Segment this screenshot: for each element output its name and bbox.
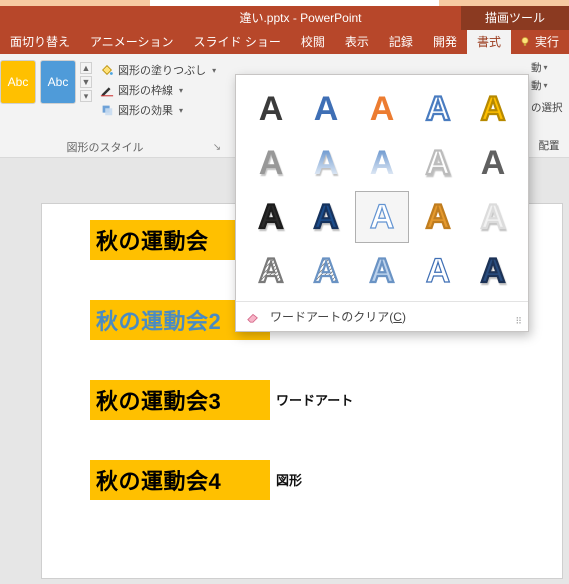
slide-label-4: 図形	[276, 470, 302, 489]
wordart-style-8[interactable]: A	[355, 137, 409, 189]
wordart-style-1[interactable]: A	[244, 83, 298, 135]
effects-icon	[100, 103, 114, 117]
eraser-icon	[246, 311, 260, 323]
slide-shape-4[interactable]: 秋の運動会4	[90, 460, 270, 500]
wordart-style-10[interactable]: A	[466, 137, 520, 189]
group-label-row: 図形のスタイル ↘	[0, 139, 224, 155]
wordart-style-2[interactable]: A	[300, 83, 354, 135]
ribbon-right-strip: 動▾ 動▾ の選択 配置	[529, 54, 569, 157]
wordart-style-15[interactable]: A	[466, 191, 520, 243]
slide-label-3: ワードアート	[276, 390, 353, 409]
resize-grip-icon: ⠿	[515, 316, 522, 327]
svg-text:A: A	[425, 252, 450, 290]
svg-text:A: A	[481, 198, 506, 236]
tab-書式[interactable]: 書式	[467, 30, 511, 54]
tab-校閲[interactable]: 校閲	[291, 30, 335, 54]
wordart-style-14[interactable]: A	[411, 191, 465, 243]
shape-effects-label: 図形の効果	[118, 102, 173, 118]
svg-text:A: A	[259, 144, 284, 182]
svg-text:A: A	[370, 198, 395, 236]
svg-text:A: A	[259, 198, 284, 236]
bucket-icon	[100, 63, 114, 77]
clear-wordart-label: ワードアートのクリア(C)	[270, 308, 406, 325]
tab-記録[interactable]: 記録	[379, 30, 423, 54]
right-selection-label: の選択	[531, 100, 567, 115]
svg-text:A: A	[314, 252, 339, 290]
wordart-styles-dropdown: A A A A A A A A A A A A A A A A A A A A …	[235, 74, 529, 332]
wordart-style-11[interactable]: A	[244, 191, 298, 243]
ribbon-tabs: 面切り替えアニメーションスライド ショー校閲表示記録開発書式実行	[0, 30, 569, 54]
wordart-style-4[interactable]: A	[411, 83, 465, 135]
clear-wordart-button[interactable]: ワードアートのクリア(C) ⠿	[236, 301, 528, 331]
wordart-style-17[interactable]: A	[300, 245, 354, 297]
svg-text:A: A	[259, 252, 284, 290]
group-label-shape-styles: 図形のスタイル	[0, 139, 210, 155]
wordart-style-16[interactable]: A	[244, 245, 298, 297]
right-item-2[interactable]: 動▾	[531, 76, 567, 94]
svg-text:A: A	[370, 90, 395, 128]
shape-fill-button[interactable]: 図形の塗りつぶし▾	[96, 60, 220, 80]
svg-text:A: A	[425, 144, 450, 182]
wordart-style-12[interactable]: A	[300, 191, 354, 243]
title-bar: 違い.pptx - PowerPoint 描画ツール	[0, 6, 569, 30]
right-group-label-arrange: 配置	[529, 138, 569, 153]
shape-fill-label: 図形の塗りつぶし	[118, 62, 206, 78]
svg-text:A: A	[425, 198, 450, 236]
svg-text:A: A	[481, 144, 506, 182]
svg-text:A: A	[314, 144, 339, 182]
wordart-style-19[interactable]: A	[411, 245, 465, 297]
tab-面切り替え[interactable]: 面切り替え	[0, 30, 80, 54]
tell-me-button[interactable]: 実行	[511, 30, 565, 54]
wordart-style-6[interactable]: A	[244, 137, 298, 189]
svg-text:A: A	[370, 144, 395, 182]
wordart-style-5[interactable]: A	[466, 83, 520, 135]
svg-text:A: A	[314, 198, 339, 236]
svg-text:A: A	[259, 90, 284, 128]
pen-icon	[100, 83, 114, 97]
wordart-style-3[interactable]: A	[355, 83, 409, 135]
window-title: 違い.pptx - PowerPoint	[0, 6, 461, 30]
bulb-icon	[519, 36, 531, 48]
shape-style-thumb-2[interactable]: Abc	[40, 60, 76, 104]
svg-text:A: A	[314, 90, 339, 128]
gallery-down-button[interactable]: ▼	[80, 76, 92, 88]
shape-style-thumb-1[interactable]: Abc	[0, 60, 36, 104]
svg-text:A: A	[425, 90, 450, 128]
tab-開発[interactable]: 開発	[423, 30, 467, 54]
right-item-1[interactable]: 動▾	[531, 58, 567, 76]
svg-text:A: A	[481, 90, 506, 128]
shape-outline-button[interactable]: 図形の枠線▾	[96, 80, 220, 100]
slide-shape-3[interactable]: 秋の運動会3	[90, 380, 270, 420]
wordart-style-18[interactable]: A	[355, 245, 409, 297]
wordart-style-9[interactable]: A	[411, 137, 465, 189]
shape-effects-button[interactable]: 図形の効果▾	[96, 100, 220, 120]
shape-outline-label: 図形の枠線	[118, 82, 173, 98]
wordart-style-20[interactable]: A	[466, 245, 520, 297]
wordart-style-13[interactable]: A	[355, 191, 409, 243]
gallery-more-button[interactable]: ▾	[80, 90, 92, 102]
svg-text:A: A	[370, 252, 395, 290]
wordart-grid: A A A A A A A A A A A A A A A A A A A A	[236, 75, 528, 301]
wordart-style-7[interactable]: A	[300, 137, 354, 189]
tab-スライド ショー[interactable]: スライド ショー	[184, 30, 291, 54]
contextual-tab-drawing-tools[interactable]: 描画ツール	[461, 6, 569, 30]
dialog-launcher-icon[interactable]: ↘	[210, 140, 224, 154]
gallery-up-button[interactable]: ▲	[80, 62, 92, 74]
tab-アニメーション[interactable]: アニメーション	[80, 30, 184, 54]
tab-表示[interactable]: 表示	[335, 30, 379, 54]
svg-text:A: A	[481, 252, 506, 290]
